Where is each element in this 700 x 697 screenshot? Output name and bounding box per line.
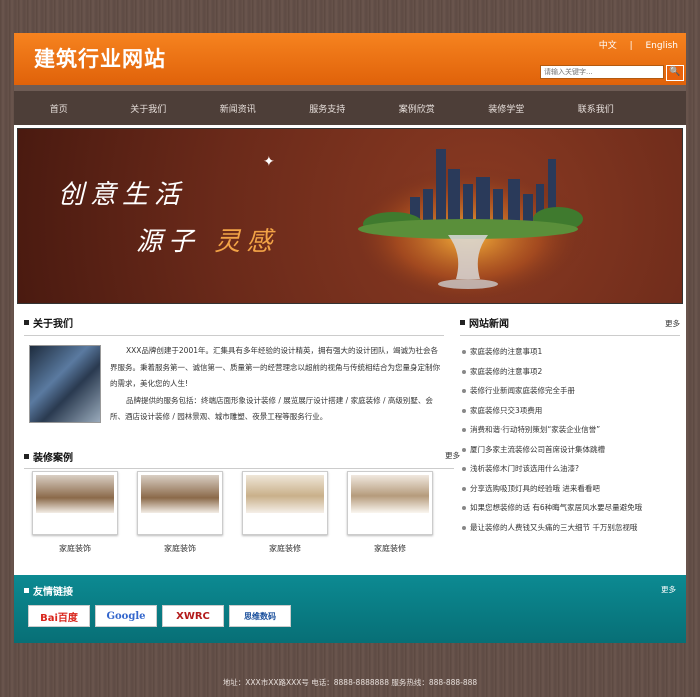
news-item[interactable]: 如果您想装修的话 有6种晦气家居风水要尽量避免哦: [460, 498, 680, 518]
case-item[interactable]: 家庭装饰: [32, 471, 118, 554]
site-title[interactable]: 建筑行业网站: [34, 43, 166, 73]
banner-slogan-part-a: 源子: [136, 227, 201, 257]
case-photo: [351, 475, 429, 513]
google-logo-link[interactable]: Google: [95, 605, 157, 627]
case-caption[interactable]: 家庭装饰: [32, 543, 118, 554]
city-island-illustration: [348, 149, 588, 299]
lang-english-link[interactable]: English: [646, 41, 679, 51]
divider: [24, 335, 444, 336]
case-caption[interactable]: 家庭装修: [242, 543, 328, 554]
links-title: 友情链接: [24, 583, 73, 598]
main-nav: 首页 关于我们 新闻资讯 服务支持 案例欣赏 装修学堂 联系我们: [14, 85, 686, 125]
about-panel: 关于我们 XXX品牌创建于2001年。汇集具有多年经验的设计精英，拥有强大的设计…: [24, 315, 444, 423]
case-photo: [36, 475, 114, 513]
banner-slogan-line2: 源子 灵感: [136, 221, 278, 258]
xwrc-logo-link[interactable]: XWRC: [162, 605, 224, 627]
nav-item-home[interactable]: 首页: [14, 102, 104, 115]
news-item[interactable]: 家庭装修的注意事项1: [460, 342, 680, 362]
news-item[interactable]: 最让装修的人费钱又头痛的三大细节 千万别忽视哦: [460, 518, 680, 538]
about-title-text: 关于我们: [33, 319, 73, 330]
search-icon: 🔍: [669, 67, 681, 77]
banner: 创意生活 源子 灵感 ✦: [14, 125, 686, 307]
square-bullet-icon: [24, 454, 29, 459]
nav-item-service[interactable]: 服务支持: [283, 102, 373, 115]
case-thumbnail[interactable]: [32, 471, 118, 535]
news-item[interactable]: 厦门多家主流装修公司首席设计集体跳槽: [460, 440, 680, 460]
nav-item-school[interactable]: 装修学堂: [462, 102, 552, 115]
divider: [460, 335, 680, 336]
cases-title-text: 装修案例: [33, 453, 73, 464]
sparkle-icon: ✦: [263, 154, 275, 170]
search-input[interactable]: [540, 65, 664, 79]
news-item[interactable]: 分享选购吸顶灯具的经验哦 进来看看吧: [460, 479, 680, 499]
main-content: 关于我们 XXX品牌创建于2001年。汇集具有多年经验的设计精英，拥有强大的设计…: [14, 307, 686, 575]
case-item[interactable]: 家庭装修: [242, 471, 328, 554]
banner-slogan-line1: 创意生活: [58, 180, 187, 210]
cases-more-link[interactable]: 更多: [445, 450, 460, 461]
case-caption[interactable]: 家庭装修: [347, 543, 433, 554]
banner-image: 创意生活 源子 灵感 ✦: [17, 128, 683, 304]
news-title-text: 网站新闻: [469, 319, 509, 330]
square-bullet-icon: [24, 320, 29, 325]
nav-item-cases[interactable]: 案例欣赏: [372, 102, 462, 115]
case-photo: [246, 475, 324, 513]
links-more-link[interactable]: 更多: [661, 584, 676, 595]
case-photo: [141, 475, 219, 513]
news-item[interactable]: 消费和谐·行动特别策划“家装企业信誉”: [460, 420, 680, 440]
language-switch: 中文 | English: [589, 38, 678, 51]
case-thumbnail[interactable]: [242, 471, 328, 535]
about-text: XXX品牌创建于2001年。汇集具有多年经验的设计精英，拥有强大的设计团队，竭诚…: [110, 343, 445, 426]
search-button[interactable]: 🔍: [666, 65, 684, 81]
friend-links-panel: 友情链接 更多 Bai百度 Google XWRC 思维数码: [14, 575, 686, 643]
about-building-image: [29, 345, 101, 423]
cases-title: 装修案例: [24, 449, 454, 464]
square-bullet-icon: [460, 320, 465, 325]
news-item[interactable]: 家庭装修只交3项费用: [460, 401, 680, 421]
lang-chinese-link[interactable]: 中文: [599, 41, 617, 51]
case-item[interactable]: 家庭装饰: [137, 471, 223, 554]
search-box: 🔍: [540, 65, 684, 81]
siwei-logo-link[interactable]: 思维数码: [229, 605, 291, 627]
case-thumbnail[interactable]: [137, 471, 223, 535]
news-panel: 网站新闻 更多 家庭装修的注意事项1 家庭装修的注意事项2 装修行业新闻家庭装修…: [460, 315, 680, 537]
case-item[interactable]: 家庭装修: [347, 471, 433, 554]
square-bullet-icon: [24, 588, 29, 593]
nav-item-about[interactable]: 关于我们: [104, 102, 194, 115]
news-item[interactable]: 家庭装修的注意事项2: [460, 362, 680, 382]
about-paragraph-2: 品牌提供的服务包括：终端店面形象设计装修 / 展览展厅设计搭建 / 家庭装修 /…: [110, 395, 433, 422]
about-title: 关于我们: [24, 315, 444, 330]
news-list: 家庭装修的注意事项1 家庭装修的注意事项2 装修行业新闻家庭装修完全手册 家庭装…: [460, 342, 680, 537]
news-item[interactable]: 装修行业新闻家庭装修完全手册: [460, 381, 680, 401]
footer-text: 地址：XXX市XX路XXX号 电话：8888-8888888 服务热线：888-…: [222, 678, 478, 687]
divider: [24, 468, 454, 469]
case-thumbnail[interactable]: [347, 471, 433, 535]
cases-panel: 装修案例 更多 家庭装饰 家庭装饰 家庭装修 家庭装修: [24, 449, 460, 553]
nav-item-contact[interactable]: 联系我们: [551, 102, 641, 115]
news-item[interactable]: 浅析装修木门时该选用什么油漆?: [460, 459, 680, 479]
banner-slogan-highlight: 灵感: [214, 227, 279, 257]
friend-link-logos: Bai百度 Google XWRC 思维数码: [28, 605, 291, 627]
lang-separator: |: [629, 41, 633, 51]
baidu-logo-link[interactable]: Bai百度: [28, 605, 90, 627]
news-more-link[interactable]: 更多: [665, 318, 680, 329]
case-caption[interactable]: 家庭装饰: [137, 543, 223, 554]
about-paragraph-1: XXX品牌创建于2001年。汇集具有多年经验的设计精英，拥有强大的设计团队，竭诚…: [110, 346, 440, 388]
links-title-text: 友情链接: [33, 587, 73, 598]
news-title: 网站新闻: [460, 315, 680, 330]
page-wrapper: 建筑行业网站 中文 | English 🔍 首页 关于我们 新闻资讯 服务支持 …: [14, 33, 686, 643]
header: 建筑行业网站 中文 | English 🔍: [14, 33, 686, 85]
nav-item-news[interactable]: 新闻资讯: [193, 102, 283, 115]
